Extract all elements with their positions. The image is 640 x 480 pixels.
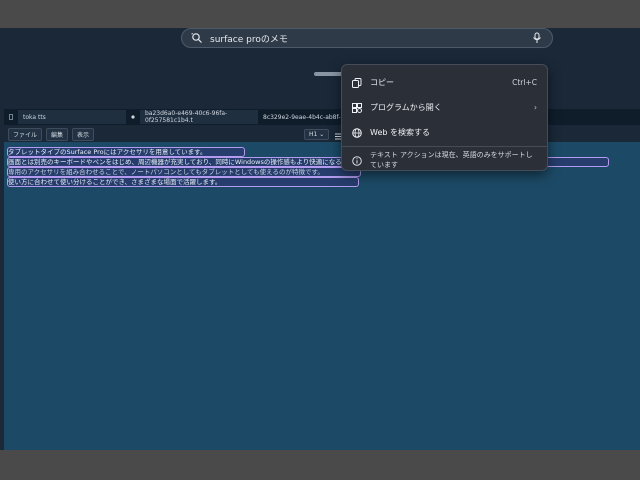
desktop-screen: surface proのメモ toka tts ba23d6a0-e469-40… (0, 28, 640, 450)
unsaved-dot-icon (126, 110, 140, 124)
text-action-info-label: テキスト アクションは現在、英語のみをサポートしています (370, 151, 533, 169)
format-toolbar: H1 ⌄ (304, 127, 344, 141)
copy-icon (352, 73, 362, 92)
globe-icon (352, 123, 362, 142)
heading-select[interactable]: H1 ⌄ (304, 128, 330, 140)
tab-2-label: ba23d6a0-e469-40c6-96fa-0f257581c1b4.t (145, 110, 228, 124)
editor-line-4[interactable]: 使い方に合わせて使い分けることができ、さまざまな場面で活躍します。 (7, 177, 359, 187)
tab-3-label: 8c329e2-9eae-4b4c-ab8f-63 (263, 113, 349, 121)
open-with-icon (352, 98, 362, 117)
tab-1[interactable]: toka tts (18, 110, 126, 124)
text-editor[interactable]: タブレットタイプのSurface Proにはアクセサリを用意しています。 画面と… (4, 142, 640, 450)
open-with-label: プログラムから開く (370, 102, 442, 112)
search-bar[interactable]: surface proのメモ (181, 28, 553, 48)
chevron-down-icon: ⌄ (319, 130, 325, 138)
menu-divider (342, 146, 547, 147)
tab-2[interactable]: ba23d6a0-e469-40c6-96fa-0f257581c1b4.t (140, 110, 258, 124)
microphone-icon[interactable] (530, 31, 544, 45)
copy-shortcut: Ctrl+C (512, 77, 537, 87)
open-with-menu-item[interactable]: プログラムから開く › (342, 95, 547, 119)
search-query-text[interactable]: surface proのメモ (210, 32, 530, 45)
menu-file[interactable]: ファイル (8, 127, 43, 141)
text-action-info: テキスト アクションは現在、英語のみをサポートしています (342, 148, 547, 172)
visual-search-icon[interactable] (190, 31, 204, 45)
info-icon (352, 151, 362, 170)
app-icon (4, 110, 18, 124)
copy-label: コピー (370, 77, 394, 87)
editor-line-3[interactable]: 専用のアクセサリを組み合わせることで、ノートパソコンとしてもタブレットとしても使… (7, 167, 361, 177)
menu-edit[interactable]: 編集 (46, 127, 69, 141)
search-web-menu-item[interactable]: Web を検索する (342, 120, 547, 144)
chevron-right-icon: › (534, 102, 537, 112)
context-menu: コピー Ctrl+C プログラムから開く › Web を検索する テキスト アク… (341, 64, 548, 171)
heading-select-label: H1 (309, 130, 318, 138)
menu-view[interactable]: 表示 (72, 127, 95, 141)
tab-1-label: toka tts (23, 113, 46, 121)
editor-line-1[interactable]: タブレットタイプのSurface Proにはアクセサリを用意しています。 (7, 147, 245, 157)
copy-menu-item[interactable]: コピー Ctrl+C (342, 70, 547, 94)
search-web-label: Web を検索する (370, 127, 430, 137)
